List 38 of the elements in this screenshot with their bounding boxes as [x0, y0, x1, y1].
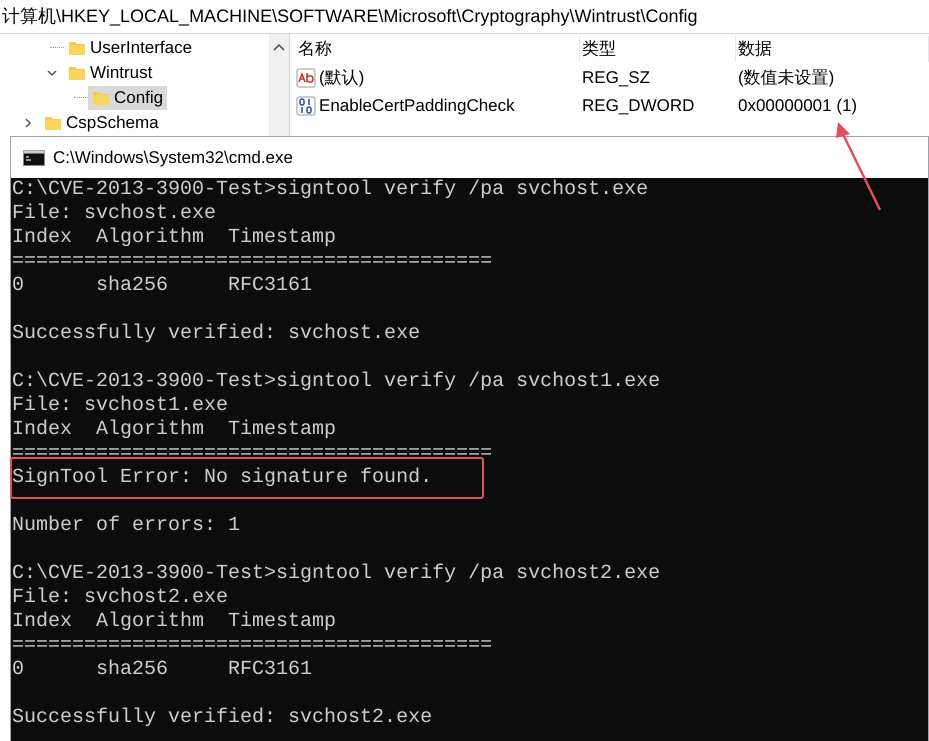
console-line: File: svchost1.exe [12, 394, 230, 418]
console-line: SignTool Error: No signature found. [12, 466, 432, 490]
chevron-up-icon[interactable] [273, 42, 285, 52]
tree-item[interactable]: Wintrust [64, 60, 156, 84]
string-value-icon [296, 68, 316, 88]
tree-item[interactable]: CspSchema [40, 110, 163, 134]
table-cell-text: REG_DWORD [581, 95, 696, 118]
tree-item[interactable]: UserInterface [64, 36, 196, 60]
console-line: ======================================== [12, 442, 494, 466]
window-title: C:\Windows\System32\cmd.exe [53, 146, 293, 169]
console-line: 0 sha256 RFC3161 [12, 274, 314, 298]
console-line: File: svchost2.exe [12, 586, 230, 610]
console-line: Index Algorithm Timestamp [12, 610, 338, 634]
table-cell-text: (默认) [319, 67, 364, 90]
column-header[interactable]: 名称 [296, 36, 580, 62]
column-header[interactable]: 类型 [580, 36, 736, 62]
console-line: File: svchost.exe [12, 202, 218, 226]
console-line: Number of errors: 1 [12, 514, 242, 538]
table-cell-text: (数值未设置) [737, 67, 836, 90]
console-line: C:\CVE-2013-3900-Test>signtool verify /pa svchost.exe [12, 178, 650, 202]
console-line: C:\CVE-2013-3900-Test>signtool verify /pa svchost1.exe [12, 370, 662, 394]
console-line: Successfully verified: svchost2.exe [12, 706, 434, 730]
console-line: C:\CVE-2013-3900-Test>signtool verify /pa svchost2.exe [12, 562, 662, 586]
console-line: ======================================== [12, 634, 494, 658]
terminal-icon [23, 150, 45, 166]
binary-value-icon [296, 96, 316, 116]
tree-item[interactable]: Config [88, 86, 168, 110]
scrollbar[interactable] [269, 34, 289, 136]
console-line: ======================================== [12, 250, 494, 274]
console-line: Index Algorithm Timestamp [12, 226, 338, 250]
console-line: Index Algorithm Timestamp [12, 418, 338, 442]
address-bar[interactable]: 计算机\HKEY_LOCAL_MACHINE\SOFTWARE\Microsoft\Cryptography\Wintrust\Config [0, 0, 929, 34]
console-line: Successfully verified: svchost.exe [12, 322, 422, 346]
table-cell-text: REG_SZ [581, 67, 652, 90]
table-cell-text: EnableCertPaddingCheck [319, 95, 515, 118]
console-line: 0 sha256 RFC3161 [12, 658, 314, 682]
table-cell-text: 0x00000001 (1) [737, 95, 858, 118]
column-header[interactable]: 数据 [736, 36, 929, 62]
